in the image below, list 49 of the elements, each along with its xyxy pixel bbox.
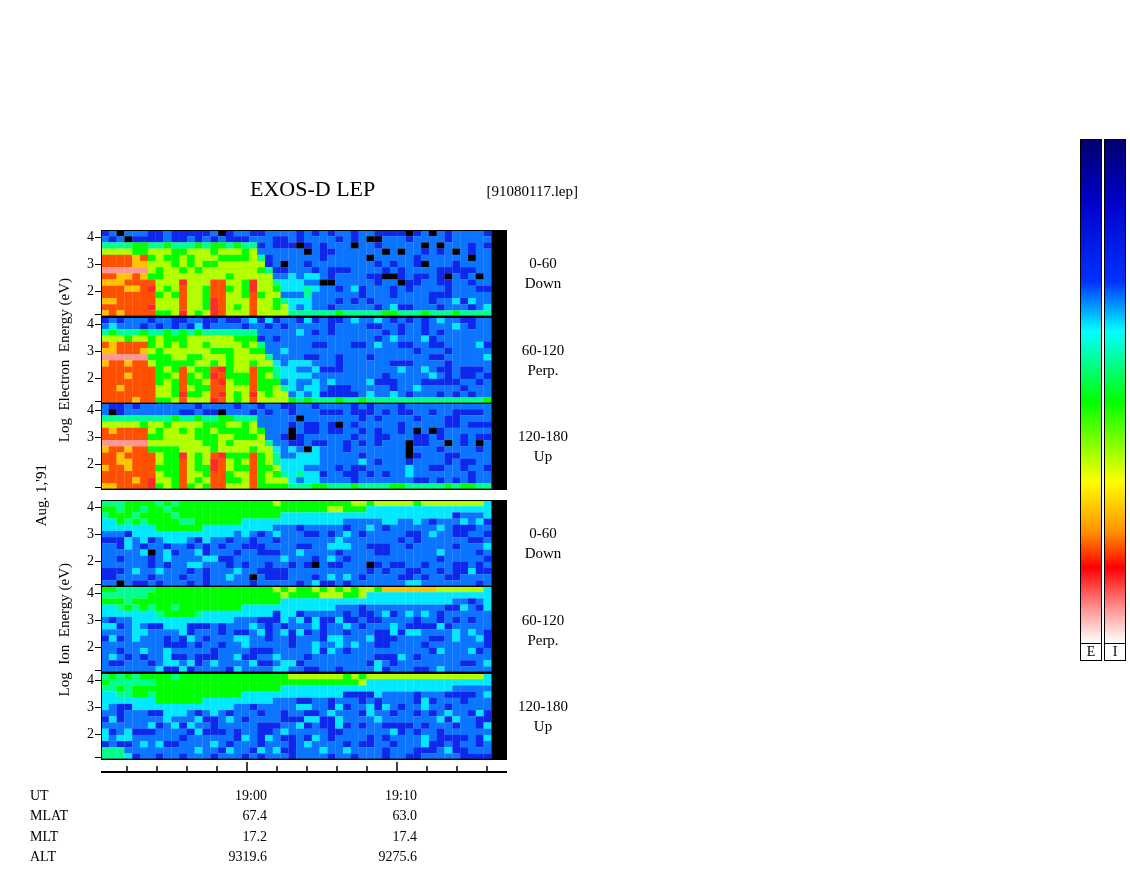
y-axis-label: Log Electron Energy (eV) [55,277,73,442]
pitch-angle-range: 60-120 [521,340,565,360]
axis-value: 9319.6 [227,848,267,867]
pitch-angle-range: 120-180 [518,697,568,717]
y-tick-label: 2 [87,457,94,472]
y-tick-label: 2 [87,370,94,385]
direction-label: Down [524,544,562,564]
y-tick-label: 4 [87,499,94,514]
date-label: Aug. 1,'91 [32,463,50,526]
pitch-angle-range: 60-120 [521,610,565,630]
pitch-angle-range: 120-180 [518,427,568,447]
axis-value: 67.4 [241,807,267,826]
y-tick-label: 3 [87,343,94,358]
axis-value: 19:10 [384,786,417,805]
color-bar-label: E [1080,644,1102,661]
row-label: MLAT [30,807,70,826]
y-tick-label: 2 [87,726,94,741]
plot-title: EXOS-D LEP [250,176,376,202]
pitch-angle-range: 0-60 [529,254,557,274]
y-tick-label: 2 [87,553,94,568]
y-tick-label: 4 [87,316,94,331]
y-tick-label: 4 [87,230,94,244]
y-tick-label: 2 [87,640,94,655]
color-bar-label: I [1104,644,1126,661]
y-tick-label: 4 [87,403,94,418]
y-tick-label: 4 [87,672,94,687]
y-tick-label: 2 [87,284,94,298]
axis-value: 9275.6 [377,848,417,867]
y-axis-label: Log Ion Energy (eV) [55,562,73,697]
y-tick-label: 3 [87,613,94,628]
y-tick-label: 3 [87,257,94,271]
y-tick-label: 3 [87,430,94,445]
direction-label: Up [533,447,553,467]
axis-value: 19:00 [234,786,267,805]
y-tick-label: 4 [87,586,94,601]
row-label: MLT [30,827,60,846]
direction-label: Perp. [527,360,559,380]
file-name: [91080117.lep] [486,183,578,200]
direction-label: Perp. [527,630,559,650]
pitch-angle-range: 0-60 [529,524,557,544]
direction-label: Down [524,274,562,294]
axis-value: 17.4 [391,827,417,846]
row-label: ALT [30,848,57,867]
y-tick-label: 3 [87,526,94,541]
axis-value: 63.0 [391,807,417,826]
axis-value: 17.2 [241,827,267,846]
y-tick-label: 3 [87,699,94,714]
direction-label: Up [533,717,553,737]
row-label: UT [30,786,50,805]
